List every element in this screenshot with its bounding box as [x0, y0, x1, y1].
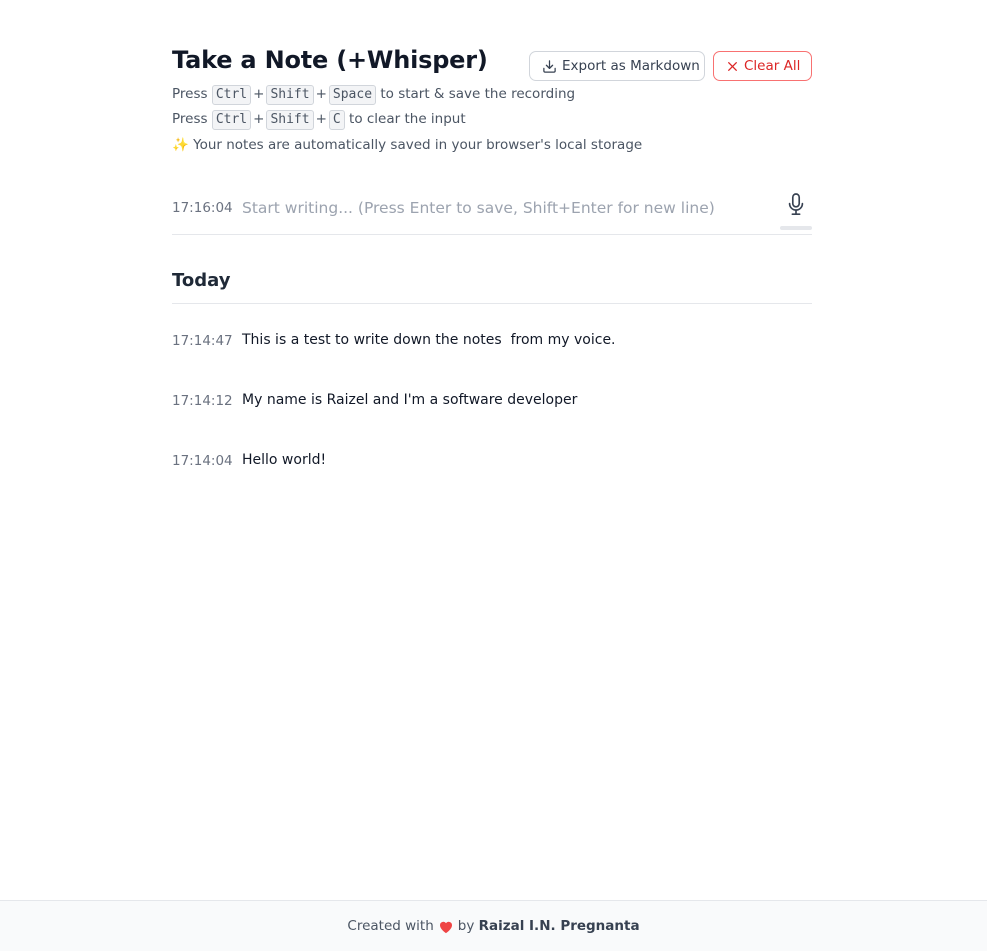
kbd-plus: +	[315, 111, 327, 127]
recording-level-bar	[780, 226, 812, 230]
note-input-row: 17:16:04	[172, 190, 812, 235]
footer-by: by	[457, 918, 475, 934]
kbd-ctrl: Ctrl	[211, 110, 252, 130]
kbd-space: Space	[328, 85, 377, 105]
note-text: My name is Raizel and I'm a software dev…	[242, 392, 578, 408]
local-storage-note: ✨ Your notes are automatically saved in …	[172, 137, 812, 153]
note-timestamp: 17:14:47	[172, 333, 233, 349]
footer: Created with by Raizal I.N. Pregnanta	[0, 900, 987, 951]
heart-icon	[439, 921, 452, 933]
clear-all-button[interactable]: Clear All	[713, 51, 812, 81]
page-title: Take a Note (+Whisper)	[172, 46, 488, 74]
page: Take a Note (+Whisper) Export as Markdow…	[0, 0, 987, 951]
kbd-c: C	[328, 110, 345, 130]
export-button-label: Export as Markdown	[562, 58, 700, 74]
header: Take a Note (+Whisper) Export as Markdow…	[172, 46, 812, 86]
divider	[172, 303, 812, 304]
note-timestamp: 17:14:12	[172, 393, 233, 409]
note-item[interactable]: 17:14:47 This is a test to write down th…	[172, 331, 812, 391]
note-item[interactable]: 17:14:04 Hello world!	[172, 451, 812, 511]
kbd-plus: +	[253, 111, 265, 127]
note-text: Hello world!	[242, 452, 327, 468]
hint-prefix: Press	[172, 86, 208, 102]
shortcut-record-hint: Press Ctrl + Shift + Space to start & save t…	[172, 85, 812, 105]
section-title-today: Today	[172, 270, 231, 291]
author-link[interactable]: Raizal I.N. Pregnanta	[479, 918, 640, 934]
storage-note-text: Your notes are automatically saved in yo…	[193, 137, 643, 153]
hint-suffix: to start & save the recording	[380, 86, 576, 102]
hint-suffix: to clear the input	[349, 111, 466, 127]
kbd-plus: +	[253, 86, 265, 102]
note-timestamp: 17:14:04	[172, 453, 233, 469]
close-icon	[728, 61, 737, 71]
microphone-button[interactable]	[780, 192, 812, 228]
hint-prefix: Press	[172, 111, 208, 127]
clear-button-label: Clear All	[744, 58, 801, 74]
kbd-shift: Shift	[266, 85, 314, 105]
shortcut-clear-hint: Press Ctrl + Shift + C to clear the input	[172, 110, 812, 130]
note-text: This is a test to write down the notes f…	[242, 332, 616, 348]
footer-prefix: Created with	[347, 918, 434, 934]
download-icon	[543, 59, 556, 73]
export-markdown-button[interactable]: Export as Markdown	[529, 51, 705, 81]
note-item[interactable]: 17:14:12 My name is Raizel and I'm a sof…	[172, 391, 812, 451]
sparkles-icon: ✨	[172, 137, 189, 153]
kbd-plus: +	[315, 86, 327, 102]
microphone-icon	[788, 193, 804, 215]
input-timestamp: 17:16:04	[172, 200, 233, 216]
notes-list: 17:14:47 This is a test to write down th…	[172, 331, 812, 511]
kbd-shift: Shift	[266, 110, 314, 130]
note-input[interactable]	[242, 194, 772, 222]
kbd-ctrl: Ctrl	[211, 85, 252, 105]
